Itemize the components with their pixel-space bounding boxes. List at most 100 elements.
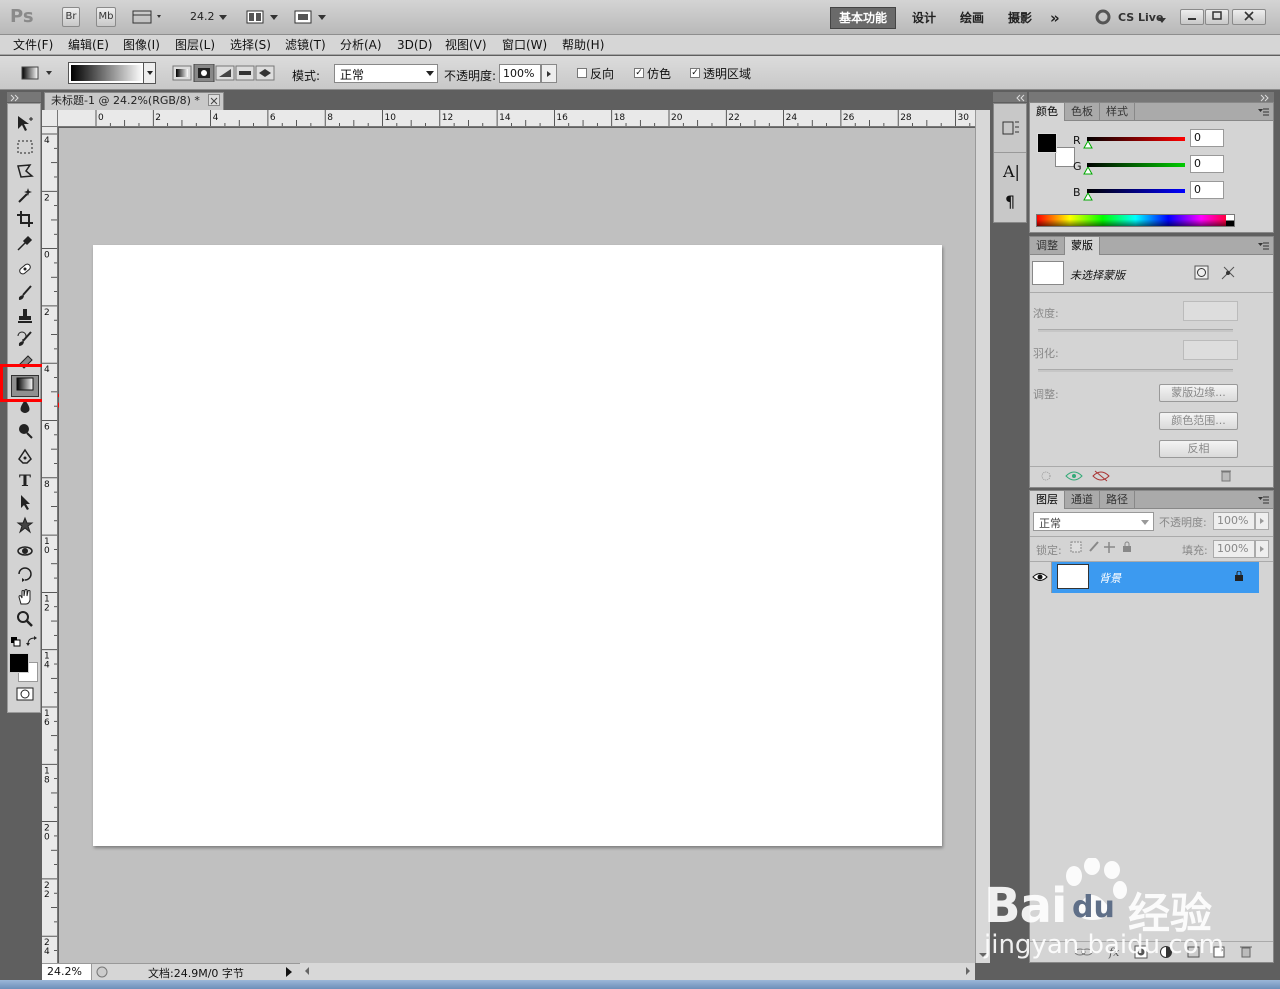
ruler-origin[interactable] — [42, 110, 58, 127]
gradient-dropdown-icon[interactable] — [143, 63, 155, 83]
3d-orbit-tool-icon[interactable] — [11, 565, 39, 587]
horizontal-scrollbar[interactable] — [300, 963, 975, 980]
toolbox-header[interactable] — [7, 92, 41, 102]
type-tool-icon[interactable]: T — [11, 470, 39, 492]
transparency-checkbox[interactable]: ✓ — [690, 68, 700, 78]
menu-image[interactable]: 图像(I) — [123, 37, 160, 53]
opacity-input[interactable]: 100% — [499, 64, 541, 83]
tab-channels[interactable]: 通道 — [1065, 491, 1100, 509]
delete-mask-icon[interactable] — [1220, 469, 1232, 485]
color-range-button[interactable]: 颜色范围... — [1159, 412, 1238, 430]
menu-select[interactable]: 选择(S) — [230, 37, 271, 53]
b-value-input[interactable]: 0 — [1190, 181, 1224, 199]
arrange-documents-icon[interactable] — [246, 9, 280, 28]
apply-mask-icon[interactable] — [1065, 470, 1083, 485]
g-value-input[interactable]: 0 — [1190, 155, 1224, 173]
3d-rotate-tool-icon[interactable] — [11, 542, 39, 564]
opacity-slider-button[interactable] — [541, 64, 557, 83]
fill-input[interactable]: 100% — [1213, 540, 1255, 558]
menu-edit[interactable]: 编辑(E) — [68, 37, 109, 53]
g-slider-handle-icon[interactable] — [1083, 167, 1093, 175]
mode-select[interactable]: 正常 — [334, 64, 438, 83]
more-workspaces-button[interactable]: » — [1042, 7, 1068, 29]
menu-filter[interactable]: 滤镜(T) — [285, 37, 326, 53]
brush-tool-icon[interactable] — [11, 284, 39, 306]
character-panel-icon[interactable]: A| — [1003, 162, 1020, 181]
lasso-tool-icon[interactable] — [11, 162, 39, 184]
workspace-photography-tab[interactable]: 摄影 — [1000, 7, 1040, 29]
layer-visibility-toggle[interactable] — [1030, 562, 1052, 593]
swap-colors-icon[interactable] — [26, 635, 38, 650]
paragraph-panel-icon[interactable]: ¶ — [1005, 192, 1015, 211]
workspace-essentials-tab[interactable]: 基本功能 — [830, 7, 896, 29]
hand-tool-icon[interactable] — [11, 588, 39, 610]
healing-brush-tool-icon[interactable] — [11, 260, 39, 282]
status-info-icon[interactable] — [96, 966, 108, 981]
cslive-dropdown-icon[interactable] — [1158, 13, 1166, 27]
vector-mask-icon[interactable] — [1220, 265, 1236, 284]
b-slider-handle-icon[interactable] — [1083, 193, 1093, 201]
path-selection-tool-icon[interactable] — [11, 493, 39, 515]
document-canvas[interactable] — [93, 245, 942, 846]
density-slider[interactable] — [1038, 329, 1233, 332]
layers-panel-menu-icon[interactable] — [1257, 494, 1269, 508]
vertical-ruler[interactable]: 42024681012141618202224 — [42, 127, 58, 963]
menu-file[interactable]: 文件(F) — [13, 37, 53, 53]
history-brush-tool-icon[interactable] — [11, 330, 39, 352]
bridge-button[interactable]: Br — [62, 7, 80, 27]
zoom-tool-icon[interactable] — [11, 610, 39, 632]
marquee-tool-icon[interactable] — [11, 138, 39, 160]
zoom-dropdown-icon[interactable] — [219, 10, 227, 24]
icon-dock-header[interactable] — [993, 92, 1027, 102]
load-selection-icon[interactable] — [1039, 470, 1053, 485]
tab-adjustments[interactable]: 调整 — [1030, 237, 1065, 255]
r-slider-handle-icon[interactable] — [1083, 141, 1093, 149]
tab-masks[interactable]: 蒙版 — [1065, 237, 1100, 255]
r-slider[interactable] — [1087, 137, 1185, 141]
gradient-picker[interactable] — [68, 62, 156, 84]
blend-mode-select[interactable]: 正常 — [1033, 512, 1154, 531]
screen-mode-icon[interactable] — [294, 9, 328, 28]
mask-edge-button[interactable]: 蒙版边缘... — [1159, 384, 1238, 402]
zoom-level[interactable]: 24.2 — [190, 10, 215, 23]
default-colors-icon[interactable] — [11, 636, 21, 650]
color-foreground-swatch[interactable] — [1037, 133, 1057, 153]
disable-mask-icon[interactable] — [1092, 470, 1110, 485]
tool-preset-picker-icon[interactable] — [18, 64, 58, 85]
dither-checkbox[interactable]: ✓ — [634, 68, 644, 78]
scroll-left-icon[interactable] — [302, 964, 312, 978]
color-panel-menu-icon[interactable] — [1257, 106, 1269, 120]
invert-button[interactable]: 反相 — [1159, 440, 1238, 458]
density-input[interactable] — [1183, 301, 1238, 321]
layer-row-background[interactable]: 背景 — [1030, 562, 1259, 593]
restore-button[interactable] — [1205, 9, 1229, 25]
color-spectrum-bar[interactable] — [1036, 214, 1235, 227]
tab-swatches[interactable]: 色板 — [1065, 103, 1100, 121]
view-extras-icon[interactable] — [132, 9, 166, 25]
eyedropper-tool-icon[interactable] — [11, 234, 39, 256]
menu-layer[interactable]: 图层(L) — [175, 37, 215, 53]
pixel-mask-icon[interactable] — [1194, 265, 1210, 284]
document-tab[interactable]: 未标题-1 @ 24.2%(RGB/8) * — [44, 92, 224, 110]
tab-paths[interactable]: 路径 — [1100, 491, 1135, 509]
document-close-icon[interactable] — [208, 94, 220, 106]
foreground-color-swatch[interactable] — [9, 653, 29, 673]
history-panel-icon[interactable] — [1001, 118, 1021, 141]
menu-analysis[interactable]: 分析(A) — [340, 37, 382, 53]
r-value-input[interactable]: 0 — [1190, 129, 1224, 147]
masks-panel-menu-icon[interactable] — [1257, 240, 1269, 254]
dodge-tool-icon[interactable] — [11, 422, 39, 444]
workspace-design-tab[interactable]: 设计 — [904, 7, 944, 29]
custom-shape-tool-icon[interactable] — [11, 516, 39, 538]
panel-column-header[interactable] — [1029, 92, 1274, 102]
b-slider[interactable] — [1087, 189, 1185, 193]
status-zoom-input[interactable]: 24.2% — [42, 964, 92, 980]
workspace-painting-tab[interactable]: 绘画 — [952, 7, 992, 29]
canvas-workspace[interactable] — [59, 128, 975, 963]
mini-bridge-button[interactable]: Mb — [96, 7, 116, 27]
status-menu-arrow-icon[interactable] — [285, 967, 293, 980]
pen-tool-icon[interactable] — [11, 448, 39, 470]
move-tool-icon[interactable] — [11, 114, 39, 136]
feather-slider[interactable] — [1038, 369, 1233, 372]
menu-3d[interactable]: 3D(D) — [397, 37, 432, 53]
